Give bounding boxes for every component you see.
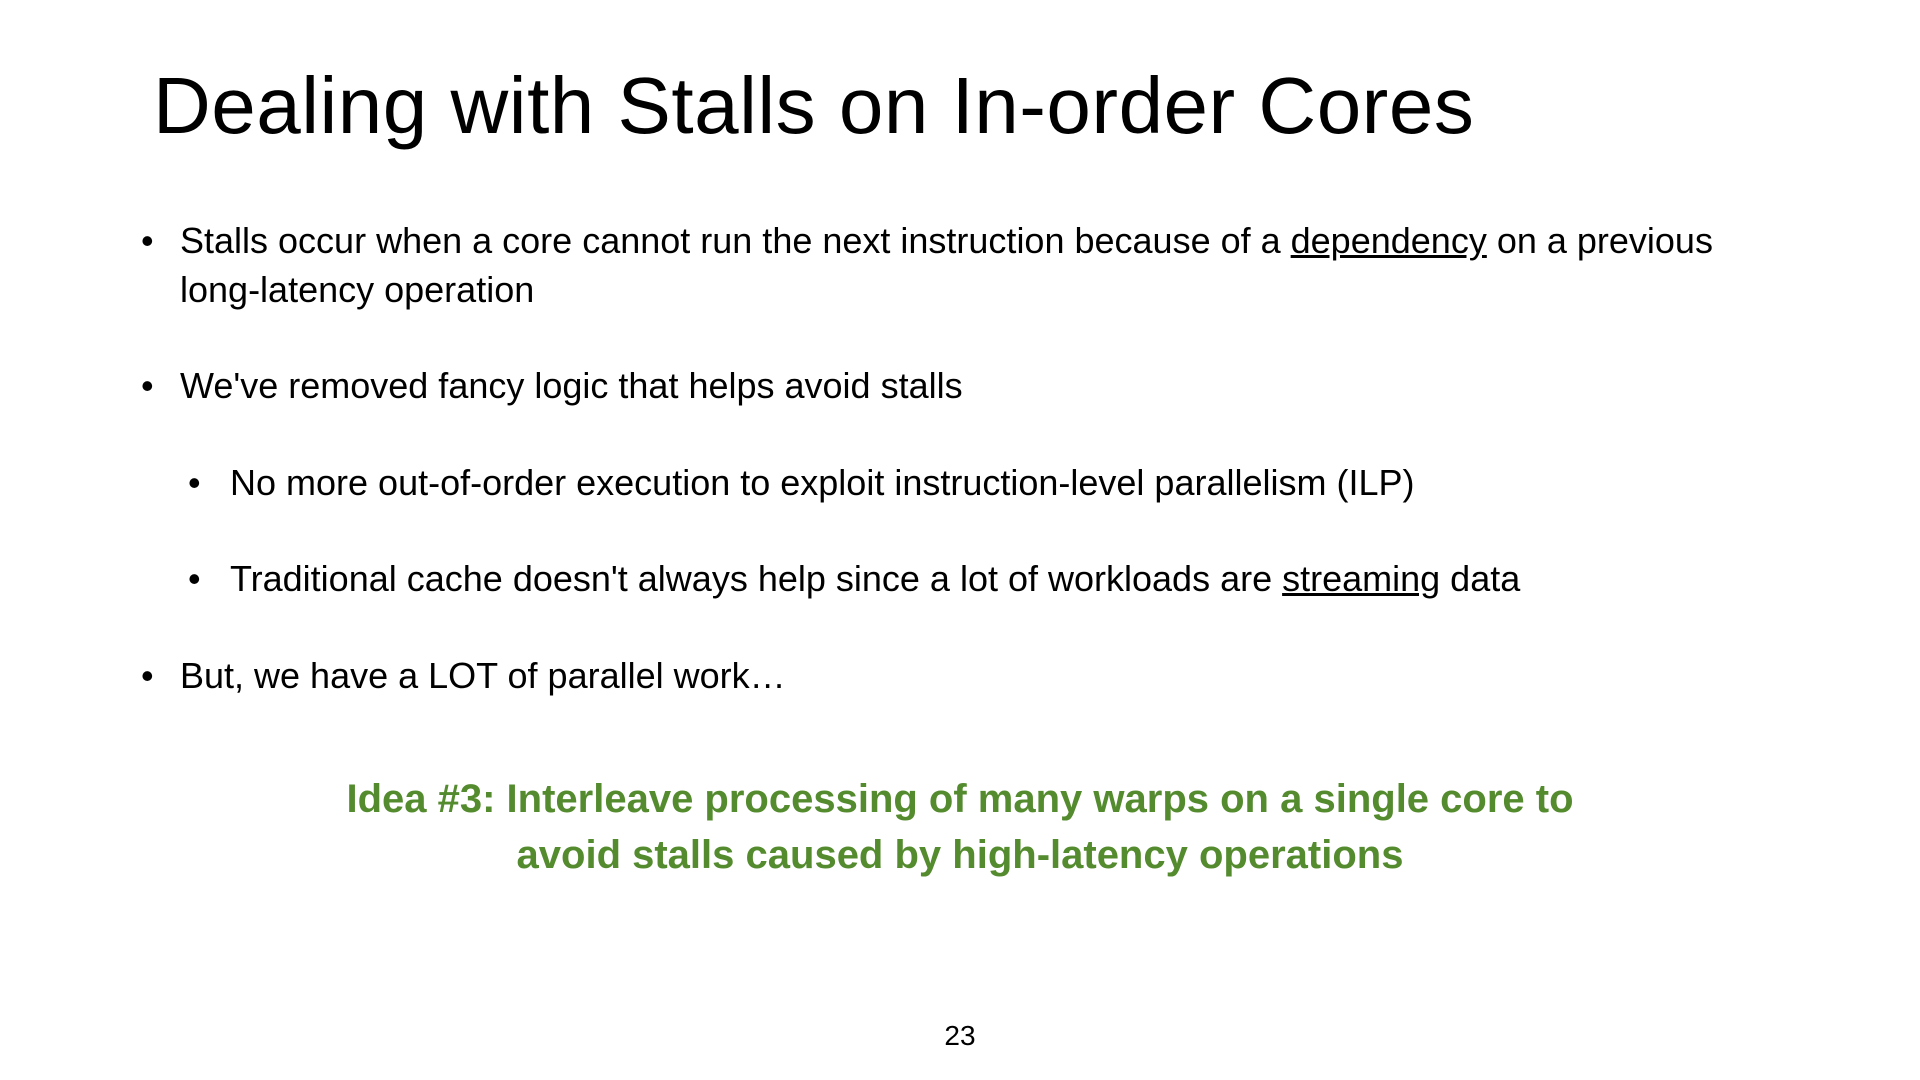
bullet-parallel-work: But, we have a LOT of parallel work… xyxy=(135,652,1785,701)
sub-bullet-ooo: No more out-of-order execution to exploi… xyxy=(180,459,1785,508)
bullet-text: But, we have a LOT of parallel work… xyxy=(180,655,786,696)
bullet-text: data xyxy=(1440,558,1520,599)
bullet-text: We've removed fancy logic that helps avo… xyxy=(180,365,963,406)
bullet-stalls-occur: Stalls occur when a core cannot run the … xyxy=(135,217,1785,314)
bullet-underline: streaming xyxy=(1282,558,1440,599)
idea-line: Idea #3: Interleave processing of many w… xyxy=(346,777,1573,821)
idea-line: avoid stalls caused by high-latency oper… xyxy=(517,833,1404,877)
bullet-list-level2: No more out-of-order execution to exploi… xyxy=(180,459,1785,604)
bullet-text: No more out-of-order execution to exploi… xyxy=(230,462,1415,503)
bullet-list-level1: Stalls occur when a core cannot run the … xyxy=(135,217,1785,701)
slide-content: Stalls occur when a core cannot run the … xyxy=(135,217,1785,883)
bullet-underline: dependency xyxy=(1291,220,1487,261)
idea-callout: Idea #3: Interleave processing of many w… xyxy=(135,771,1785,883)
bullet-removed-logic: We've removed fancy logic that helps avo… xyxy=(135,362,1785,604)
bullet-text: Stalls occur when a core cannot run the … xyxy=(180,220,1291,261)
bullet-text: Traditional cache doesn't always help si… xyxy=(230,558,1282,599)
slide-title: Dealing with Stalls on In-order Cores xyxy=(153,60,1785,152)
sub-bullet-cache: Traditional cache doesn't always help si… xyxy=(180,555,1785,604)
page-number: 23 xyxy=(944,1020,975,1052)
